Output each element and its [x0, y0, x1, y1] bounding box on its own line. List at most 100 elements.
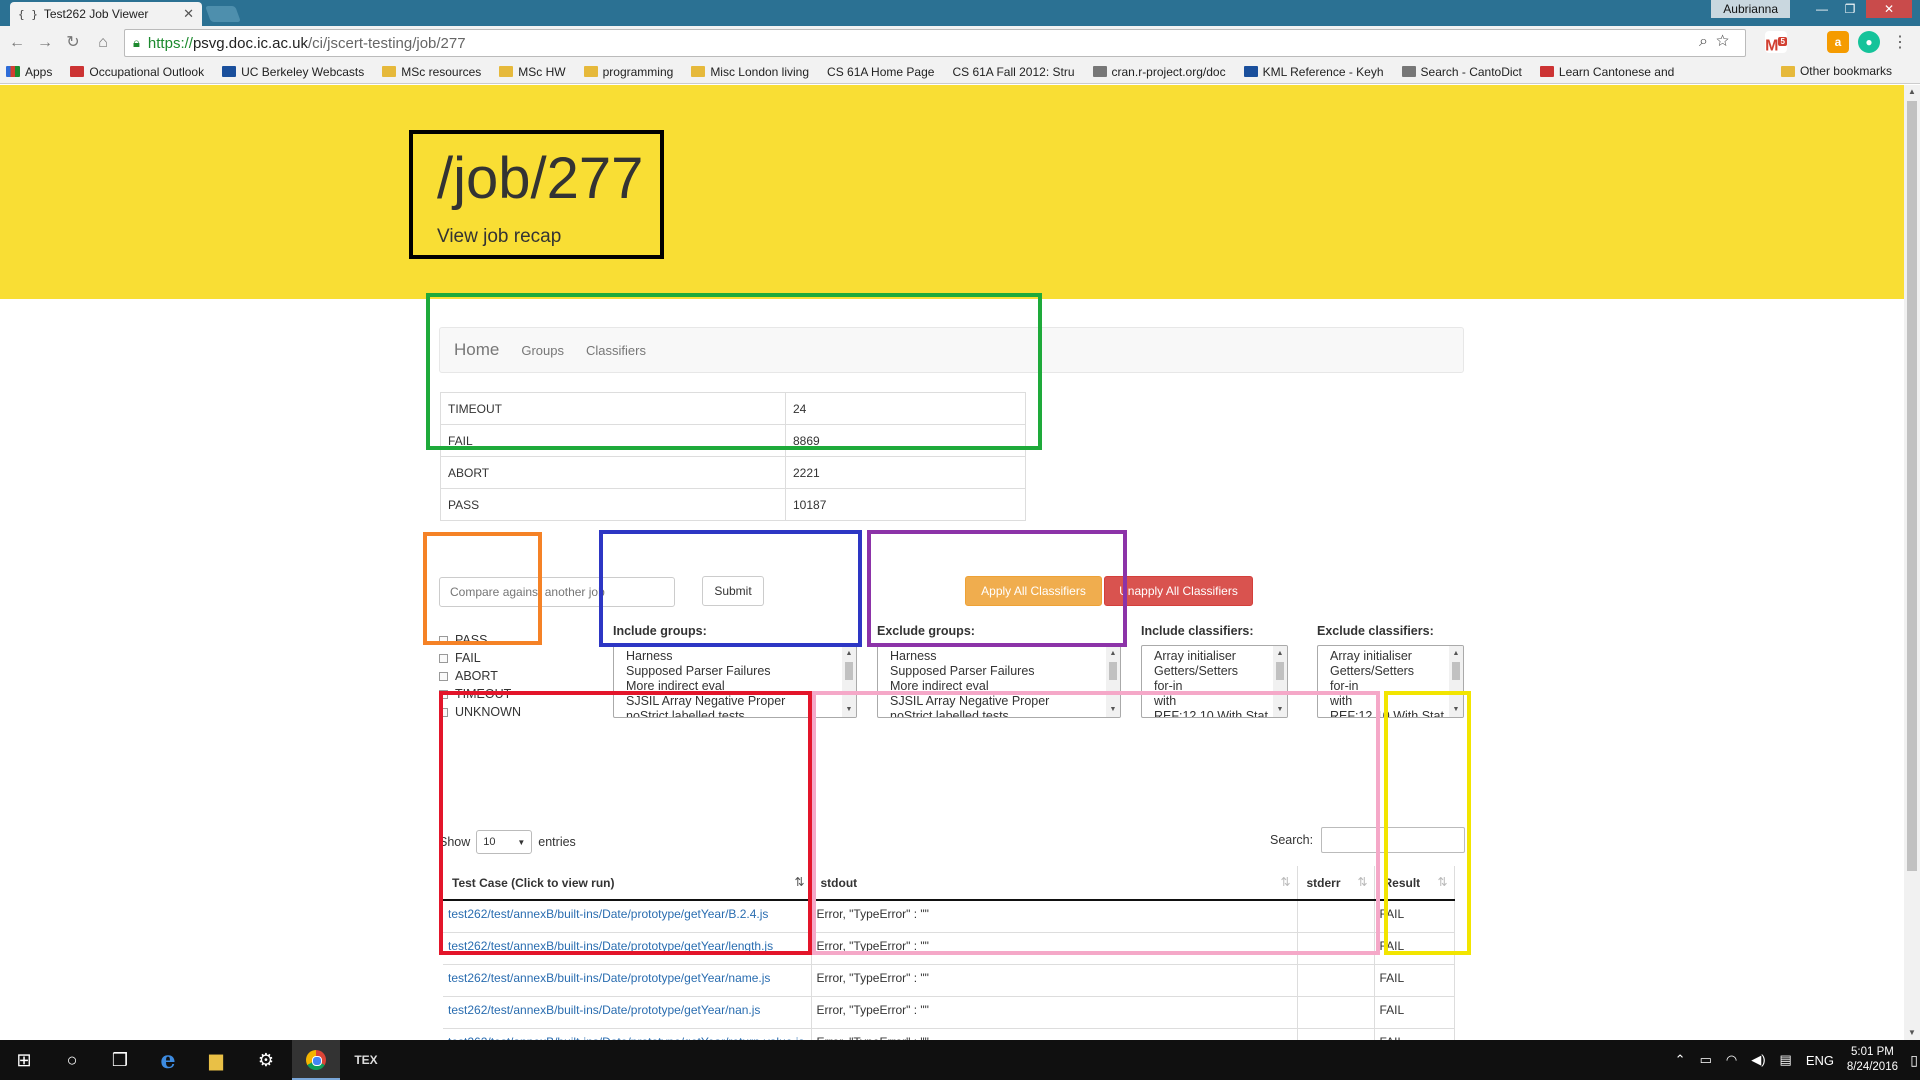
- bookmark-item[interactable]: Apps: [6, 65, 52, 79]
- maximize-icon[interactable]: ❐: [1836, 0, 1864, 18]
- bookmark-item[interactable]: Occupational Outlook: [70, 65, 204, 79]
- checkbox[interactable]: [439, 671, 448, 681]
- scroll-up-icon[interactable]: ▲: [1449, 646, 1463, 661]
- file-explorer-icon[interactable]: ▆: [192, 1040, 240, 1080]
- bookmark-item[interactable]: MSc HW: [499, 64, 566, 79]
- bookmark-label: Occupational Outlook: [89, 64, 205, 79]
- other-bookmarks-label: Other bookmarks: [1799, 64, 1892, 78]
- other-bookmarks[interactable]: Other bookmarks: [1780, 64, 1892, 78]
- back-icon[interactable]: ←: [6, 32, 28, 54]
- summary-count: 10187: [785, 488, 1026, 521]
- url-host: psvg.doc.ic.ac.uk: [192, 34, 309, 52]
- result-cell: FAIL: [1374, 996, 1455, 1029]
- grammarly-extension-icon[interactable]: ●: [1858, 31, 1880, 53]
- bookmark-item[interactable]: CS 61A Fall 2012: Stru: [952, 65, 1074, 79]
- bookmark-item[interactable]: CS 61A Home Page: [827, 65, 934, 79]
- table-row: test262/test/annexB/built-ins/Date/proto…: [443, 1028, 1455, 1040]
- close-window-icon[interactable]: ✕: [1866, 0, 1912, 18]
- wifi-icon[interactable]: ◠: [1726, 1052, 1737, 1068]
- scroll-down-icon[interactable]: ▼: [1904, 1026, 1920, 1040]
- status-annotation-box: [423, 532, 542, 645]
- minimize-icon[interactable]: —: [1808, 0, 1836, 18]
- gmail-extension-icon[interactable]: M5: [1765, 31, 1787, 54]
- bookmark-label: Apps: [25, 64, 53, 79]
- chrome-icon[interactable]: [292, 1040, 340, 1080]
- status-filter-fail[interactable]: FAIL: [439, 649, 521, 667]
- scroll-up-icon[interactable]: ▲: [842, 646, 856, 661]
- scroll-up-icon[interactable]: ▲: [1273, 646, 1287, 661]
- bookmark-item[interactable]: Learn Cantonese and: [1539, 64, 1675, 79]
- test-case-link[interactable]: test262/test/annexB/built-ins/Date/proto…: [443, 996, 812, 1029]
- stderr-cell: [1297, 996, 1375, 1029]
- test-case-link[interactable]: test262/test/annexB/built-ins/Date/proto…: [443, 964, 812, 997]
- bookmark-item[interactable]: MSc resources: [382, 65, 481, 79]
- network-app-icon[interactable]: ⚙: [242, 1040, 290, 1080]
- page-scrollbar[interactable]: ▲ ▼: [1904, 85, 1920, 1040]
- scroll-thumb[interactable]: [1276, 662, 1284, 680]
- amazon-extension-icon[interactable]: a: [1827, 31, 1849, 53]
- task-view-icon[interactable]: ❒: [96, 1040, 144, 1080]
- language-indicator[interactable]: ENG: [1806, 1053, 1834, 1068]
- bookmark-label: Learn Cantonese and: [1558, 64, 1675, 79]
- stdout-cell: Error, "TypeError" : "": [811, 996, 1298, 1029]
- result-annotation-box: [1384, 691, 1471, 955]
- reload-icon[interactable]: ↻: [62, 32, 84, 54]
- bookmark-item[interactable]: KML Reference - Keyh: [1243, 65, 1384, 79]
- tab-title: Test262 Job Viewer: [43, 7, 149, 21]
- listbox-option[interactable]: Array initialiser: [1154, 649, 1269, 664]
- bookmark-item[interactable]: programming: [583, 65, 673, 79]
- search-icon[interactable]: ○: [48, 1040, 96, 1080]
- listbox-option[interactable]: Harness: [626, 649, 838, 664]
- start-icon[interactable]: ⊞: [0, 1040, 48, 1080]
- browser-tab[interactable]: { } Test262 Job Viewer ✕: [10, 2, 202, 26]
- stderr-cell: [1297, 1028, 1375, 1040]
- scroll-thumb[interactable]: [845, 662, 853, 680]
- home-icon[interactable]: ⌂: [92, 32, 114, 54]
- listbox-option[interactable]: Array initialiser: [1330, 649, 1445, 664]
- bookmark-item[interactable]: UC Berkeley Webcasts: [222, 65, 364, 79]
- texworks-icon[interactable]: TEX: [342, 1040, 390, 1080]
- chevron-up-icon[interactable]: ⌃: [1675, 1052, 1686, 1068]
- bookmark-label: CS 61A Home Page: [827, 64, 935, 79]
- url-path: /ci/jscert-testing/job/277: [308, 34, 466, 52]
- listbox-option[interactable]: Supposed Parser Failures: [626, 664, 838, 679]
- edge-icon[interactable]: e: [144, 1040, 192, 1080]
- bookmark-item[interactable]: cran.r-project.org/doc: [1092, 65, 1226, 79]
- status-filter-abort[interactable]: ABORT: [439, 667, 521, 685]
- battery-icon[interactable]: ▭: [1700, 1052, 1712, 1068]
- listbox-option[interactable]: Getters/Setters: [1154, 664, 1269, 679]
- scroll-up-icon[interactable]: ▲: [1106, 646, 1120, 661]
- bookmark-item[interactable]: Misc London living: [691, 65, 809, 79]
- bookmark-label: MSc HW: [518, 64, 566, 79]
- listbox-option[interactable]: Getters/Setters: [1330, 664, 1445, 679]
- listbox-option[interactable]: Supposed Parser Failures: [890, 664, 1102, 679]
- scroll-thumb[interactable]: [1109, 662, 1117, 680]
- checkbox[interactable]: [439, 653, 448, 663]
- result-cell: FAIL: [1374, 1028, 1455, 1040]
- summary-row: PASS 10187: [440, 488, 1026, 521]
- folder-icon: [1780, 65, 1795, 77]
- bookmark-item[interactable]: Search - CantoDict: [1401, 65, 1522, 79]
- forward-icon[interactable]: →: [34, 32, 56, 54]
- bookmark-icon: [1539, 66, 1554, 77]
- folder-icon: [691, 66, 706, 77]
- volume-icon[interactable]: ◀): [1751, 1052, 1765, 1068]
- lock-icon: 🔒︎: [133, 35, 140, 50]
- scroll-thumb[interactable]: [1452, 662, 1460, 680]
- address-bar[interactable]: 🔒︎ https:// psvg.doc.ic.ac.uk /ci/jscert…: [124, 29, 1746, 57]
- scroll-thumb[interactable]: [1907, 101, 1917, 871]
- gmail-badge: 5: [1778, 37, 1787, 46]
- clock[interactable]: 5:01 PM 8/24/2016: [1847, 1045, 1898, 1075]
- new-tab-button[interactable]: [205, 6, 241, 22]
- status-filter-label: FAIL: [455, 651, 481, 665]
- tab-close-icon[interactable]: ✕: [183, 6, 194, 22]
- keyboard-icon[interactable]: ▤: [1780, 1052, 1792, 1068]
- profile-user-name[interactable]: Aubrianna: [1711, 0, 1790, 18]
- test-case-link[interactable]: test262/test/annexB/built-ins/Date/proto…: [443, 1028, 812, 1040]
- listbox-option[interactable]: Harness: [890, 649, 1102, 664]
- zoom-icon[interactable]: ⌕: [1699, 33, 1716, 50]
- notification-icon[interactable]: ▯: [1910, 1052, 1918, 1069]
- bookmark-star-icon[interactable]: ☆: [1716, 33, 1737, 50]
- menu-icon[interactable]: ⋮: [1892, 32, 1908, 52]
- scroll-up-icon[interactable]: ▲: [1904, 85, 1920, 99]
